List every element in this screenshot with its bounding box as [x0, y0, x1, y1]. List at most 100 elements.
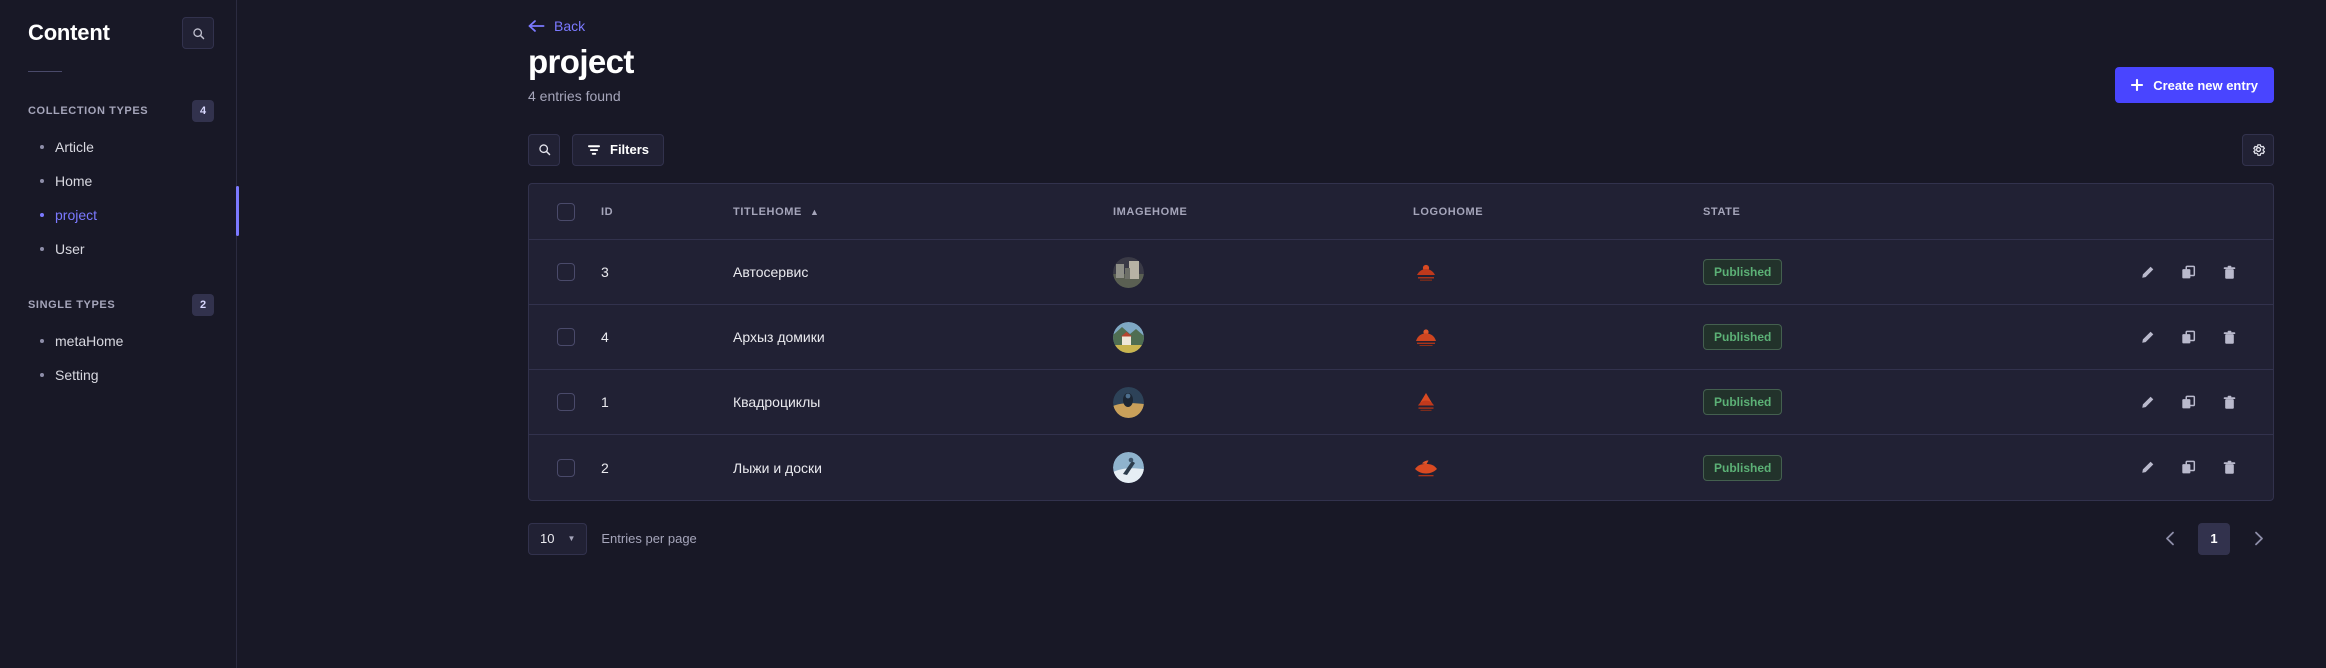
cell-titlehome: Квадроциклы [733, 369, 1113, 436]
table-settings-button[interactable] [2242, 133, 2274, 166]
search-button[interactable] [528, 133, 560, 166]
column-header-state[interactable]: STATE [1703, 183, 2003, 241]
duplicate-icon[interactable] [2181, 265, 2196, 280]
entries-per-page-label: Entries per page [601, 531, 697, 547]
table-head: ID TITLEHOME ▲ IMAGEHOME LOGOHOME STATE [529, 183, 2273, 241]
sidebar-item-label: Article [55, 139, 94, 155]
sidebar: Content COLLECTION TYPES 4 Article Home … [0, 0, 237, 668]
row-checkbox[interactable] [557, 263, 575, 282]
cell-actions [2003, 435, 2273, 500]
create-new-entry-button[interactable]: Create new entry [2115, 67, 2274, 103]
select-all-checkbox[interactable] [557, 202, 575, 221]
pagination: 1 [2154, 522, 2274, 555]
row-checkbox[interactable] [557, 458, 575, 477]
table-body: 3 Автосервис Published 4 Архыз домики Pu… [529, 239, 2273, 500]
sidebar-item-home[interactable]: Home [0, 164, 236, 198]
sort-asc-icon: ▲ [809, 206, 820, 217]
entries-per-page-select[interactable]: 10 ▼ [528, 522, 588, 555]
row-checkbox[interactable] [557, 393, 575, 412]
page-header-text: project 4 entries found [528, 43, 2115, 104]
cell-imagehome [1113, 369, 1413, 436]
imagehome-thumbnail [1113, 386, 1144, 418]
cell-id: 2 [601, 459, 609, 476]
row-select-cell [529, 304, 601, 371]
sidebar-active-indicator [236, 186, 239, 236]
cell-logohome [1413, 239, 1703, 306]
duplicate-icon[interactable] [2181, 460, 2196, 475]
pagination-page-1[interactable]: 1 [2198, 522, 2230, 555]
sidebar-list-single-types: metaHome Setting [0, 316, 236, 392]
entries-per-page-value: 10 [540, 531, 555, 547]
chevron-left-icon[interactable] [2154, 523, 2186, 555]
table-toolbar: Filters [237, 104, 2326, 166]
cell-id: 1 [601, 369, 733, 436]
status-badge: Published [1703, 454, 1783, 481]
filters-label: Filters [610, 142, 650, 158]
cell-state: Published [1703, 369, 2003, 436]
sidebar-group-collection-types: COLLECTION TYPES 4 [0, 72, 236, 122]
sidebar-item-project[interactable]: project [0, 198, 236, 232]
cell-logohome [1413, 435, 1703, 500]
pencil-icon[interactable] [2140, 395, 2155, 410]
trash-icon[interactable] [2222, 265, 2237, 280]
back-link[interactable]: Back [554, 18, 585, 34]
sidebar-group-count: 2 [192, 294, 214, 316]
row-select-cell [529, 435, 601, 500]
main-content: Back project 4 entries found Create new … [237, 0, 2326, 668]
cell-imagehome [1113, 304, 1413, 371]
cell-logohome [1413, 369, 1703, 436]
table-row[interactable]: 1 Квадроциклы Published [529, 369, 2273, 436]
column-header-logohome[interactable]: LOGOHOME [1413, 183, 1703, 241]
cell-state: Published [1703, 435, 2003, 500]
cell-actions [2003, 304, 2273, 371]
plus-icon [2131, 79, 2144, 91]
sidebar-item-label: Home [55, 173, 93, 189]
sidebar-item-article[interactable]: Article [0, 130, 236, 164]
pencil-icon[interactable] [2140, 330, 2155, 345]
duplicate-icon[interactable] [2181, 395, 2196, 410]
status-badge: Published [1703, 324, 1783, 351]
search-icon [192, 27, 205, 40]
chevron-down-icon: ▼ [567, 534, 576, 544]
sidebar-group-label: COLLECTION TYPES [28, 105, 149, 117]
search-icon [538, 143, 551, 156]
table-row[interactable]: 3 Автосервис Published [529, 239, 2273, 306]
column-header-id[interactable]: ID [601, 183, 733, 241]
row-actions [2003, 460, 2273, 475]
table-row[interactable]: 2 Лыжи и доски Published [529, 435, 2273, 500]
bullet-icon [40, 373, 44, 377]
pencil-icon[interactable] [2140, 460, 2155, 475]
sidebar-header: Content [0, 0, 236, 49]
duplicate-icon[interactable] [2181, 330, 2196, 345]
select-all-header [529, 183, 601, 241]
sidebar-search-button[interactable] [182, 17, 214, 49]
bullet-icon [40, 339, 44, 343]
trash-icon[interactable] [2222, 330, 2237, 345]
chevron-right-icon[interactable] [2242, 523, 2274, 555]
page-header: project 4 entries found Create new entry [237, 34, 2326, 104]
entries-found-label: 4 entries found [528, 87, 621, 104]
sidebar-list-collection-types: Article Home project User [0, 122, 236, 266]
logohome-thumbnail [1413, 261, 1439, 283]
bullet-icon [40, 145, 44, 149]
cell-titlehome: Автосервис [733, 239, 1113, 306]
row-checkbox[interactable] [557, 328, 575, 347]
trash-icon[interactable] [2222, 460, 2237, 475]
cell-titlehome: Архыз домики [733, 304, 1113, 371]
cell-titlehome: Лыжи и доски [733, 459, 822, 476]
status-badge: Published [1703, 389, 1783, 416]
filters-button[interactable]: Filters [572, 133, 665, 166]
sidebar-group-single-types: SINGLE TYPES 2 [0, 266, 236, 316]
sidebar-group-label: SINGLE TYPES [28, 299, 116, 311]
column-header-titlehome[interactable]: TITLEHOME ▲ [733, 183, 1113, 241]
column-header-imagehome[interactable]: IMAGEHOME [1113, 183, 1413, 241]
sidebar-item-setting[interactable]: Setting [0, 358, 236, 392]
pencil-icon[interactable] [2140, 265, 2155, 280]
trash-icon[interactable] [2222, 395, 2237, 410]
sidebar-item-metahome[interactable]: metaHome [0, 324, 236, 358]
sidebar-item-label: metaHome [55, 333, 124, 349]
sidebar-item-user[interactable]: User [0, 232, 236, 266]
gear-icon [2251, 142, 2266, 157]
table-row[interactable]: 4 Архыз домики Published [529, 304, 2273, 371]
row-actions [2003, 395, 2273, 410]
